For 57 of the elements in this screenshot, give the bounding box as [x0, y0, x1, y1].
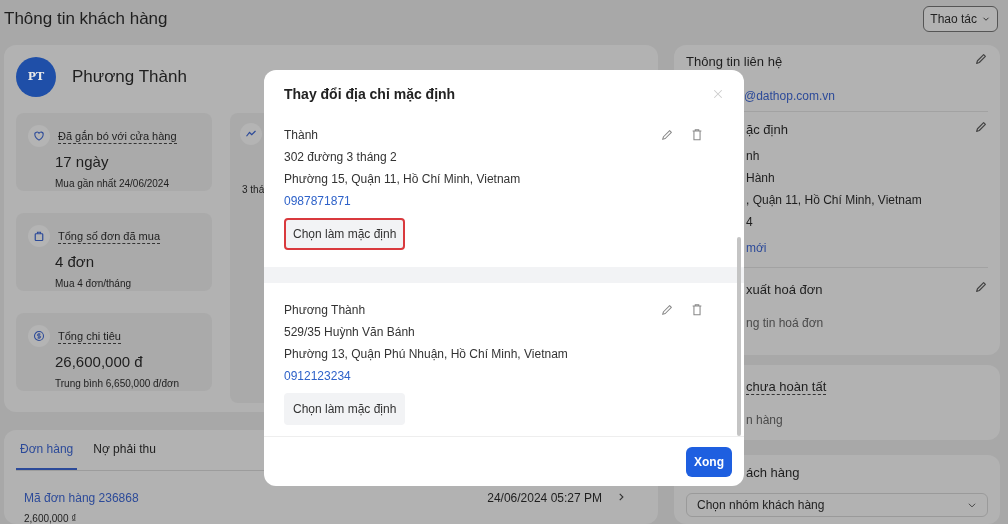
address-street: 302 đường 3 tháng 2 [284, 149, 398, 166]
dollar-icon [28, 325, 50, 347]
address-line: , Quận 11, Hồ Chí Minh, Vietnam [746, 192, 922, 209]
address-name: Phương Thành [284, 302, 367, 319]
address-name: Thành [284, 127, 320, 144]
address-area: Phường 13, Quận Phú Nhuận, Hồ Chí Minh, Vietnam [284, 343, 660, 365]
invoice-note: ng tin hoá đơn [746, 314, 824, 332]
address-line: Hành [746, 170, 776, 187]
stat-note: Mua 4 đơn/tháng [55, 276, 133, 291]
stat-label: Đã gắn bó với cửa hàng [58, 128, 177, 144]
address-street: 529/35 Huỳnh Văn Bánh [284, 324, 416, 341]
scrollbar[interactable] [737, 237, 741, 436]
dialog-title: Thay đổi địa chỉ mặc định [284, 84, 456, 104]
address-area: Phường 15, Quận 11, Hồ Chí Minh, Vietnam [284, 168, 660, 190]
tab[interactable]: Đơn hàng [16, 430, 78, 470]
address-line: 4 [746, 214, 754, 231]
set-default-button[interactable]: Chọn làm mặc định [284, 393, 406, 425]
stat-label: Tổng số đơn đã mua [58, 228, 160, 244]
stat-note: Mua gần nhất 24/06/2024 [55, 176, 170, 191]
actions-dropdown[interactable]: Thao tác [923, 6, 998, 32]
stat-label: 3 thá [242, 183, 266, 197]
stat-note: Trung bình 6,650,000 đ/đơn [55, 376, 181, 391]
done-button[interactable]: Xong [686, 446, 732, 477]
section-title: xuất hoá đơn [746, 281, 824, 299]
edit-icon[interactable] [660, 303, 674, 317]
edit-icon[interactable] [974, 52, 988, 66]
close-icon[interactable] [712, 88, 724, 100]
section-title: Thông tin liên hệ [686, 53, 784, 71]
stat-value: 17 ngày [55, 152, 110, 172]
edit-icon[interactable] [974, 280, 988, 294]
address-line: nh [746, 148, 761, 165]
section-title: chưa hoàn tất [746, 379, 827, 395]
edit-icon[interactable] [974, 119, 988, 134]
bag-icon [28, 225, 50, 247]
set-default-button[interactable]: Chọn làm mặc định [284, 218, 406, 250]
edit-icon[interactable] [660, 128, 674, 142]
tab[interactable]: Nợ phải thu [93, 430, 156, 470]
phone-number: 0987871871 [284, 193, 352, 210]
avatar: PT [16, 57, 56, 97]
chevron-right-icon[interactable] [616, 491, 626, 503]
delete-icon[interactable] [690, 128, 704, 142]
section-title: ặc định [746, 120, 789, 139]
add-address-link[interactable]: mới [746, 237, 922, 259]
customer-name: Phương Thành [72, 66, 187, 89]
stat-value: 4 đơn [55, 252, 96, 272]
stat-value: 26,600,000 đ [55, 352, 144, 372]
email-link[interactable]: @dathop.com.vn [744, 86, 835, 105]
stat-label: Tổng chi tiêu [58, 328, 121, 344]
group-select[interactable]: Chọn nhóm khách hàng [686, 492, 988, 517]
order-amount: 2,600,000 ₫ [24, 512, 78, 524]
phone-number: 0912123234 [284, 368, 352, 385]
pending-note: n hàng [746, 411, 784, 429]
page-title: Thông tin khách hàng [4, 8, 168, 31]
delete-icon[interactable] [690, 303, 704, 317]
section-title: ách hàng [746, 464, 801, 482]
order-date: 24/06/2024 05:27 PM [487, 490, 602, 507]
order-link[interactable]: Mã đơn hàng 236868 [24, 489, 139, 507]
